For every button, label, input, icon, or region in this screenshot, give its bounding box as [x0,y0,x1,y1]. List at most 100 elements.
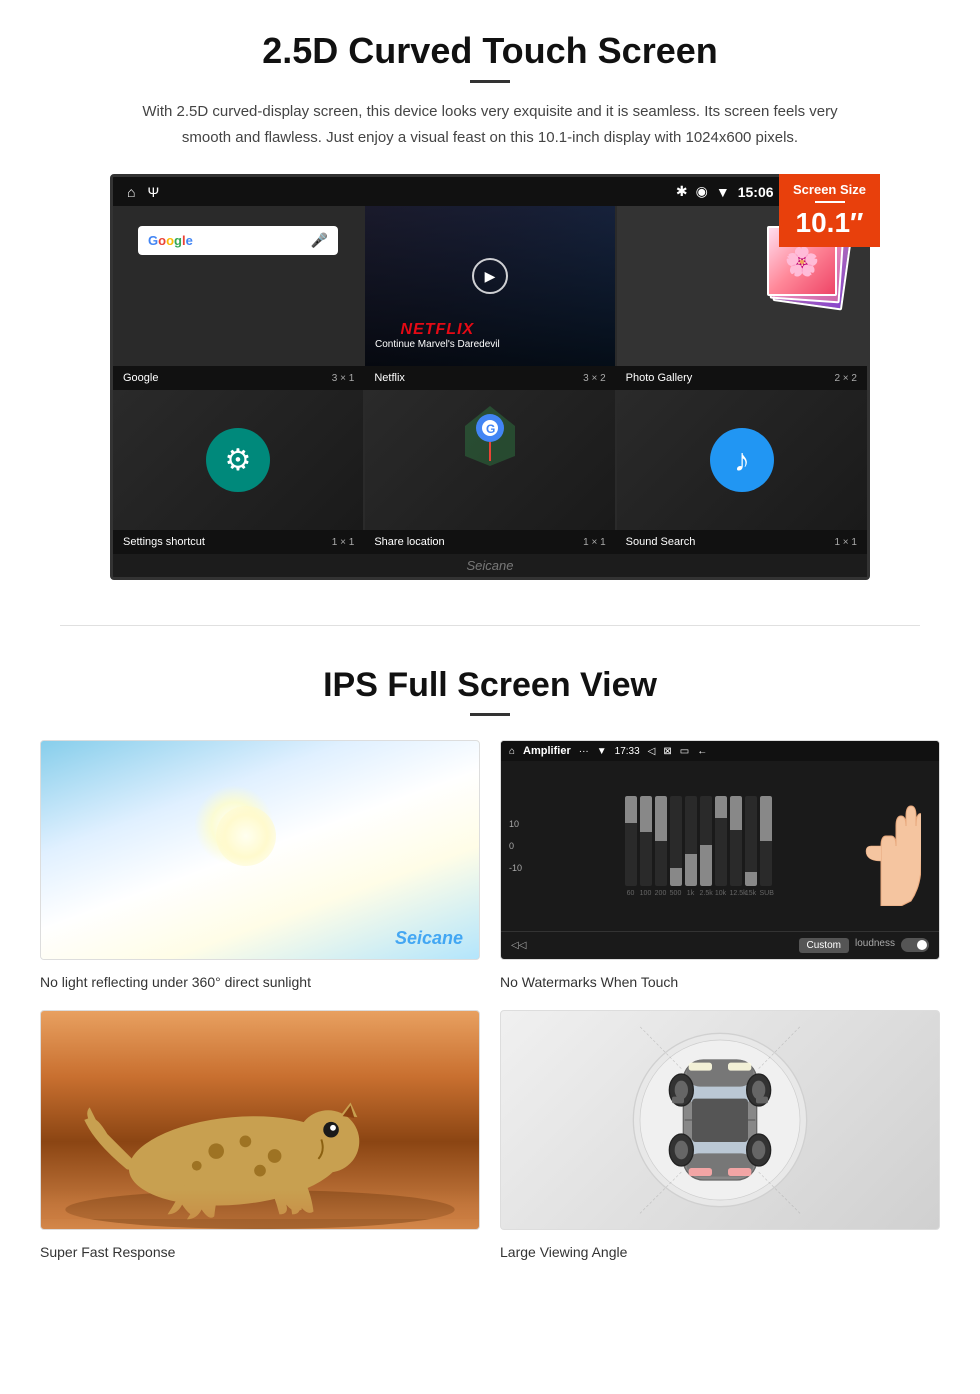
eq-bar-label-4: 500 [670,890,682,897]
section1-description: With 2.5D curved-display screen, this de… [140,99,840,150]
bluetooth-icon [676,183,688,200]
eq-bar-track-4 [670,796,682,886]
google-size: 3 × 1 [332,373,355,384]
eq-fill-7 [715,796,727,819]
app-cell-google[interactable]: Google 🎤 [113,206,363,366]
eq-dots: ··· [579,746,589,757]
app-label-google: Google 3 × 1 [113,372,364,384]
location-icon [696,183,708,200]
eq-fill-2 [640,796,652,832]
eq-bar-track-2 [640,796,652,886]
share-label: Share location [374,536,444,548]
eq-bar-10 [760,796,772,886]
section2-title: IPS Full Screen View [40,666,940,705]
eq-home-icon: ⌂ [509,746,515,757]
image-grid: Seicane No light reflecting under 360° d… [40,740,940,1260]
app-label-gallery: Photo Gallery 2 × 2 [616,372,867,384]
eq-bar-3 [655,796,667,886]
eq-bar-1 [625,796,637,886]
eq-bar-label-8: 12.5k [730,890,742,897]
eq-custom-btn[interactable]: Custom [799,938,849,953]
settings-label: Settings shortcut [123,536,205,548]
eq-bar-labels: 60 100 200 500 1k 2.5k 10k 12.5k 15k SUB [625,890,772,897]
music-note-icon [734,442,750,479]
app-cell-netflix[interactable]: ▶ NETFLIX Continue Marvel's Daredevil [365,206,615,366]
eq-bar-track-1 [625,796,637,886]
card-car-top: Large Viewing Angle [500,1010,940,1260]
gallery-size: 2 × 2 [834,373,857,384]
gear-icon [225,443,252,478]
eq-bar-track-9 [745,796,757,886]
caption-cheetah: Super Fast Response [40,1244,480,1260]
settings-size: 1 × 1 [332,537,355,548]
section-divider [60,625,920,626]
toggle-knob [917,940,927,950]
seicane-watermark: Seicane [113,554,867,577]
eq-label-0: 0 [509,841,535,851]
eq-bar-2 [640,796,652,886]
eq-loudness-toggle[interactable] [901,938,929,952]
eq-fill-3 [655,796,667,841]
settings-icon-circle [206,428,270,492]
title-underline [470,80,510,83]
sky-bg [41,741,479,959]
app-cell-settings[interactable] [113,390,363,530]
eq-close: ⊠ [663,746,671,757]
section-curved-screen: 2.5D Curved Touch Screen With 2.5D curve… [0,0,980,605]
eq-wifi: ▼ [597,746,607,757]
title-underline-2 [470,713,510,716]
usb-icon [147,184,159,200]
netflix-size: 3 × 2 [583,373,606,384]
eq-bars-container: 60 100 200 500 1k 2.5k 10k 12.5k 15k SUB [541,796,855,897]
gallery-label: Photo Gallery [626,372,693,384]
caption-sunlight: No light reflecting under 360° direct su… [40,974,480,990]
eq-bottom-bar: ◁◁ Custom loudness [501,931,939,959]
seicane-watermark-img: Seicane [395,928,463,949]
image-car-top [500,1010,940,1230]
eq-bar-8 [730,796,742,886]
eq-time: 17:33 [615,746,640,757]
play-button[interactable]: ▶ [472,258,508,294]
eq-bar-label-9: 15k [745,890,757,897]
google-label: Google [123,372,158,384]
app-cell-sound-search[interactable] [617,390,867,530]
eq-fill-5 [685,854,697,886]
eq-app-title: Amplifier [523,745,571,757]
sound-icon-circle [710,428,774,492]
hand-touching-eq [861,786,931,906]
eq-fill-10 [760,796,772,841]
app-label-netflix: Netflix 3 × 2 [364,372,615,384]
netflix-label-box: NETFLIX Continue Marvel's Daredevil [375,321,500,350]
google-mic-icon[interactable]: 🎤 [311,232,328,249]
eq-status-bar: ⌂ Amplifier ··· ▼ 17:33 ◁ ⊠ ▭ ← [501,741,939,761]
dust-effect [41,1189,479,1219]
netflix-logo-text: NETFLIX [375,321,500,339]
caption-equalizer: No Watermarks When Touch [500,974,940,990]
eq-bar-track-3 [655,796,667,886]
eq-bar-label-2: 100 [640,890,652,897]
eq-bar-7 [715,796,727,886]
eq-fill-8 [730,796,742,830]
screen-size-badge: Screen Size 10.1″ [779,174,880,247]
eq-win: ▭ [680,746,689,757]
eq-bar-label-3: 200 [655,890,667,897]
eq-nav-left[interactable]: ◁◁ [511,940,526,951]
app-labels-row1: Google 3 × 1 Netflix 3 × 2 Photo Gallery… [113,366,867,390]
image-sunlight: Seicane [40,740,480,960]
section1-title: 2.5D Curved Touch Screen [60,30,920,72]
app-cell-share-location[interactable]: G [365,390,615,530]
device-mockup: Screen Size 10.1″ 15:06 [110,174,870,580]
app-label-settings: Settings shortcut 1 × 1 [113,536,364,548]
eq-fill-6 [700,845,712,886]
eq-left-labels: 10 0 -10 [509,819,539,873]
card-cheetah: Super Fast Response [40,1010,480,1260]
eq-bar-4 [670,796,682,886]
eq-bar-5 [685,796,697,886]
eq-loudness-label: loudness [855,938,895,953]
home-icon [127,184,135,200]
status-left [127,184,159,200]
eq-bar-6 [700,796,712,886]
google-search-bar[interactable]: Google 🎤 [138,226,338,255]
eq-bar-track-10 [760,796,772,886]
badge-label: Screen Size [793,182,866,197]
